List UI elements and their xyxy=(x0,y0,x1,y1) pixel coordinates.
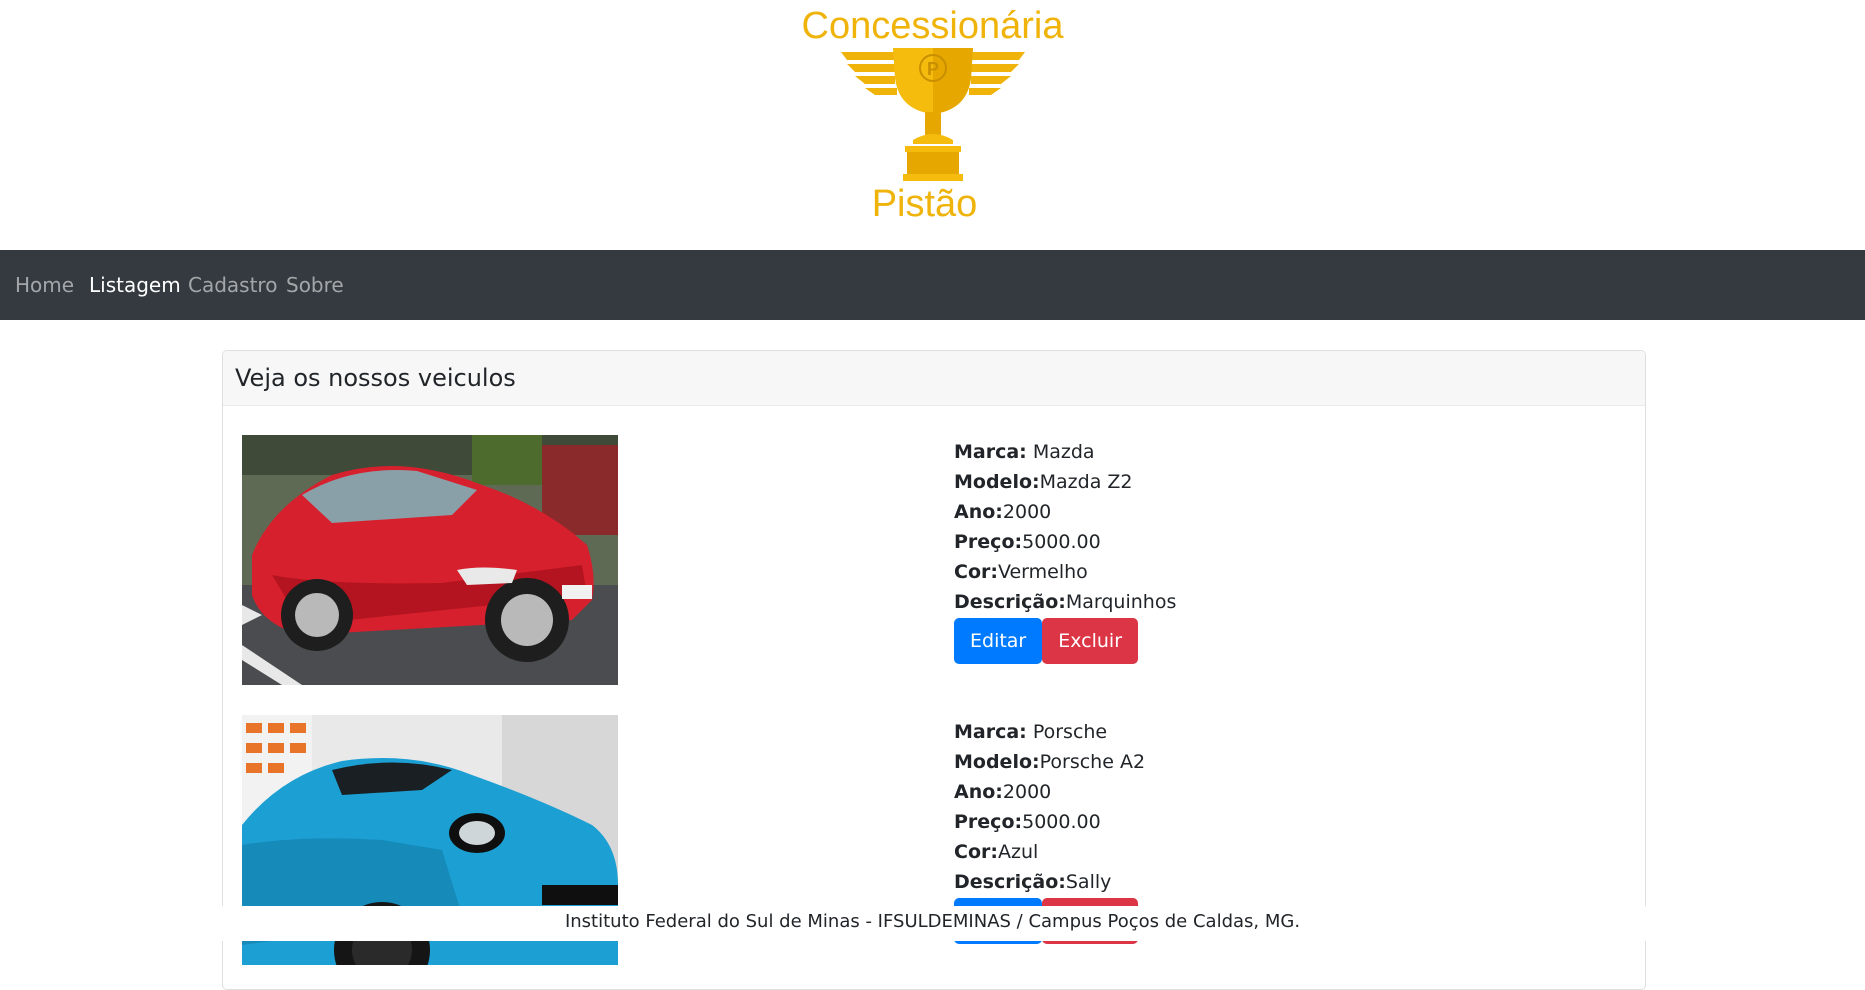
trophy-emblem-letter: P xyxy=(927,59,939,79)
footer-text: Instituto Federal do Sul de Minas - IFSU… xyxy=(564,911,1301,932)
spec-cor: Cor:Azul xyxy=(954,841,1039,863)
spec-descricao: Descrição:Marquinhos xyxy=(954,591,1177,613)
spec-cor-value: Vermelho xyxy=(997,561,1088,583)
spec-marca: Marca: Porsche xyxy=(954,721,1108,743)
brand-logo[interactable]: Concessionária P Pistão xyxy=(795,4,1070,230)
edit-button[interactable]: Editar xyxy=(954,618,1043,664)
brand-name-bottom: Pistão xyxy=(871,183,978,225)
main-navbar: Home Listagem Cadastro Sobre xyxy=(0,250,1865,320)
card-header: Veja os nossos veiculos xyxy=(223,351,1645,406)
spec-modelo-value: Porsche A2 xyxy=(1039,751,1146,773)
listing-title: Veja os nossos veiculos xyxy=(235,364,516,392)
nav-listagem[interactable]: Listagem xyxy=(89,250,181,320)
spec-preco: Preço:5000.00 xyxy=(954,531,1101,553)
spec-marca-value: Mazda xyxy=(1032,441,1095,463)
spec-preco-value: 5000.00 xyxy=(1022,811,1101,833)
spec-modelo: Modelo:Porsche A2 xyxy=(954,751,1146,773)
vehicle-specs: Marca: Mazda Modelo:Mazda Z2 Ano:2000 Pr… xyxy=(954,437,1554,666)
delete-button[interactable]: Excluir xyxy=(1042,618,1139,664)
spec-descricao: Descrição:Sally xyxy=(954,871,1112,893)
nav-sobre[interactable]: Sobre xyxy=(286,250,344,320)
spec-cor: Cor:Vermelho xyxy=(954,561,1088,583)
car-photo-mazda xyxy=(242,435,618,685)
vehicle-item: Marca: Porsche Modelo:Porsche A2 Ano:200… xyxy=(223,715,1645,985)
brand-name-top: Concessionária xyxy=(801,5,1064,47)
spec-cor-value: Azul xyxy=(997,841,1039,863)
vehicle-item: Marca: Mazda Modelo:Mazda Z2 Ano:2000 Pr… xyxy=(223,435,1645,705)
site-footer: Instituto Federal do Sul de Minas - IFSU… xyxy=(0,906,1865,941)
spec-marca-value: Porsche xyxy=(1032,721,1108,743)
spec-descricao-value: Marquinhos xyxy=(1065,591,1177,613)
spec-descricao-value: Sally xyxy=(1065,871,1112,893)
site-header: Concessionária P Pistão xyxy=(0,0,1865,250)
spec-modelo-value: Mazda Z2 xyxy=(1039,471,1133,493)
spec-ano: Ano:2000 xyxy=(954,501,1052,523)
spec-ano-value: 2000 xyxy=(1002,501,1052,523)
spec-preco-value: 5000.00 xyxy=(1022,531,1101,553)
spec-modelo: Modelo:Mazda Z2 xyxy=(954,471,1133,493)
spec-ano-value: 2000 xyxy=(1002,781,1052,803)
trophy-icon: P xyxy=(841,48,1025,181)
spec-preco: Preço:5000.00 xyxy=(954,811,1101,833)
nav-cadastro[interactable]: Cadastro xyxy=(188,250,277,320)
vehicle-photo[interactable] xyxy=(242,435,618,685)
vehicle-listing-card: Veja os nossos veiculos Marca: Mazda Mod… xyxy=(222,350,1646,990)
spec-ano: Ano:2000 xyxy=(954,781,1052,803)
nav-home[interactable]: Home xyxy=(15,250,74,320)
vehicle-actions: EditarExcluir xyxy=(954,618,1554,666)
spec-marca: Marca: Mazda xyxy=(954,441,1095,463)
